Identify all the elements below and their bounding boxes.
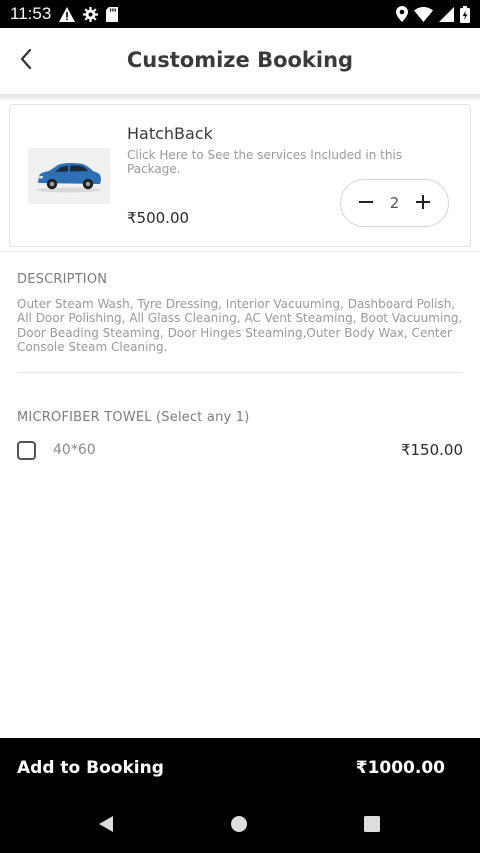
package-card: HatchBack Click Here to See the services…: [9, 104, 471, 247]
location-icon: [396, 6, 408, 22]
package-price: ₹500.00: [127, 209, 190, 227]
package-services-link[interactable]: Click Here to See the services Included …: [127, 148, 427, 176]
minus-icon: [359, 194, 373, 213]
signal-icon: [439, 6, 454, 22]
add-to-booking-bar[interactable]: Add to Booking ₹1000.00: [0, 738, 480, 799]
quantity-value: 2: [389, 194, 400, 212]
gear-icon: [83, 6, 99, 22]
page-title: Customize Booking: [126, 48, 354, 72]
add-to-booking-button[interactable]: Add to Booking: [17, 758, 164, 778]
car-image[interactable]: [28, 148, 110, 204]
addon-heading: MICROFIBER TOWEL (Select any 1): [17, 410, 250, 425]
decrement-button[interactable]: [355, 192, 377, 214]
wifi-icon: [414, 6, 433, 22]
addon-option-name: 40*60: [53, 442, 96, 458]
quantity-stepper: 2: [340, 179, 449, 227]
nav-recents-button[interactable]: [358, 812, 386, 840]
back-icon: [97, 815, 115, 837]
description-text: Outer Steam Wash, Tyre Dressing, Interio…: [17, 297, 463, 355]
increment-button[interactable]: [412, 192, 434, 214]
navigation-bar: [0, 799, 480, 853]
nav-back-button[interactable]: [92, 812, 120, 840]
description-heading: DESCRIPTION: [17, 272, 108, 287]
header-divider: [0, 94, 480, 100]
section-divider: [17, 372, 463, 373]
addon-option-price: ₹150.00: [400, 441, 463, 459]
app-header: Customize Booking: [0, 28, 480, 94]
plus-icon: [415, 194, 430, 213]
sd-card-icon: [106, 6, 119, 22]
addon-checkbox[interactable]: [17, 440, 36, 460]
nav-home-button[interactable]: [225, 812, 253, 840]
home-icon: [230, 815, 248, 837]
addon-option-row[interactable]: 40*60 ₹150.00: [17, 437, 463, 463]
card-divider: [0, 251, 480, 252]
battery-icon: [460, 5, 470, 23]
warning-icon: [59, 6, 76, 22]
package-name: HatchBack: [127, 124, 213, 143]
status-bar: 11:53: [0, 0, 480, 28]
recents-icon: [363, 815, 381, 837]
booking-total: ₹1000.00: [355, 758, 445, 778]
status-time: 11:53: [10, 4, 52, 23]
